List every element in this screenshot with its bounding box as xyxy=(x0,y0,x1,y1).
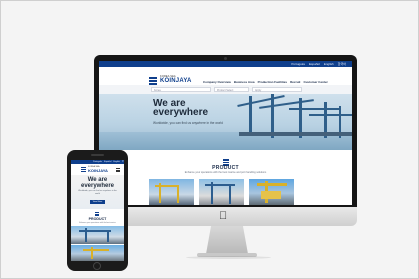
mobile-hero-subtitle: Worldwide, you can find us anywhere in t… xyxy=(78,190,117,195)
product-thumbnail[interactable] xyxy=(249,179,294,205)
mobile-brand-logo-icon[interactable] xyxy=(81,167,86,172)
mobile-product-title: PRODUCT xyxy=(88,217,107,221)
region-select[interactable]: Korea xyxy=(151,87,211,92)
mobile-website-screen: Português Español English 한국어 KOREA SEA … xyxy=(71,160,124,261)
imac-chin:  xyxy=(94,207,357,226)
logo-wordmark[interactable]: KOINJAYA xyxy=(160,78,192,84)
camera-icon xyxy=(224,57,227,60)
apple-logo-icon:  xyxy=(219,210,227,222)
main-navigation: KOREA SEA KOINJAYA Company Overview Busi… xyxy=(99,67,352,85)
home-button[interactable] xyxy=(93,262,101,270)
mobile-product-image[interactable] xyxy=(71,245,124,261)
stand-shadow xyxy=(186,256,271,259)
imac-stand xyxy=(206,226,248,254)
menu-bar: Company Overview Business Area Productio… xyxy=(203,80,328,84)
product-thumbnail[interactable] xyxy=(149,179,194,205)
hamburger-menu-icon[interactable] xyxy=(116,168,120,172)
menu-item-company-overview[interactable]: Company Overview xyxy=(203,80,231,84)
menu-item-customer-center[interactable]: Customer Center xyxy=(303,80,327,84)
menu-item-production-facilities[interactable]: Production Facilities xyxy=(258,80,288,84)
product-thumbnails xyxy=(149,179,294,205)
hero-title: We are everywhere xyxy=(153,98,209,118)
mobile-logo-wordmark[interactable]: KOINJAYA xyxy=(88,168,108,173)
hero-banner: We are everywhere Worldwide, you can fin… xyxy=(99,94,352,150)
desktop-website-screen: Português Español English 한국어 KOREA SEA … xyxy=(99,61,352,205)
product-select[interactable]: Product Select xyxy=(214,87,249,92)
menu-item-recruit[interactable]: Recruit xyxy=(290,80,300,84)
apply-field[interactable]: Apply xyxy=(252,87,302,92)
menu-item-business-area[interactable]: Business Area xyxy=(234,80,255,84)
mobile-view-more-button[interactable]: View More xyxy=(90,200,105,204)
imac-bezel: Português Español English 한국어 KOREA SEA … xyxy=(94,55,357,207)
mobile-top-bar: Português Español English 한국어 xyxy=(71,160,124,171)
phone-mockup: Português Español English 한국어 KOREA SEA … xyxy=(67,150,128,271)
hero-subtitle: Worldwide, you can find us anywhere in t… xyxy=(153,121,223,125)
imac-mockup: Português Español English 한국어 KOREA SEA … xyxy=(94,55,357,226)
mockup-frame: Português Español English 한국어 KOREA SEA … xyxy=(0,0,419,279)
mobile-hero-title: We are everywhere xyxy=(80,177,115,189)
mobile-product-subtitle: Enhance your operations with the best ma… xyxy=(79,222,116,224)
mobile-product-image[interactable] xyxy=(71,226,124,244)
phone-speaker xyxy=(91,154,104,156)
product-section-subtitle: Enhance your operations with the best ma… xyxy=(184,171,267,174)
brand-logo-icon[interactable] xyxy=(149,77,157,85)
product-thumbnail[interactable] xyxy=(199,179,244,205)
mobile-product-logo-icon xyxy=(95,212,99,217)
mobile-lang-link[interactable]: 한국어 xyxy=(122,160,124,172)
